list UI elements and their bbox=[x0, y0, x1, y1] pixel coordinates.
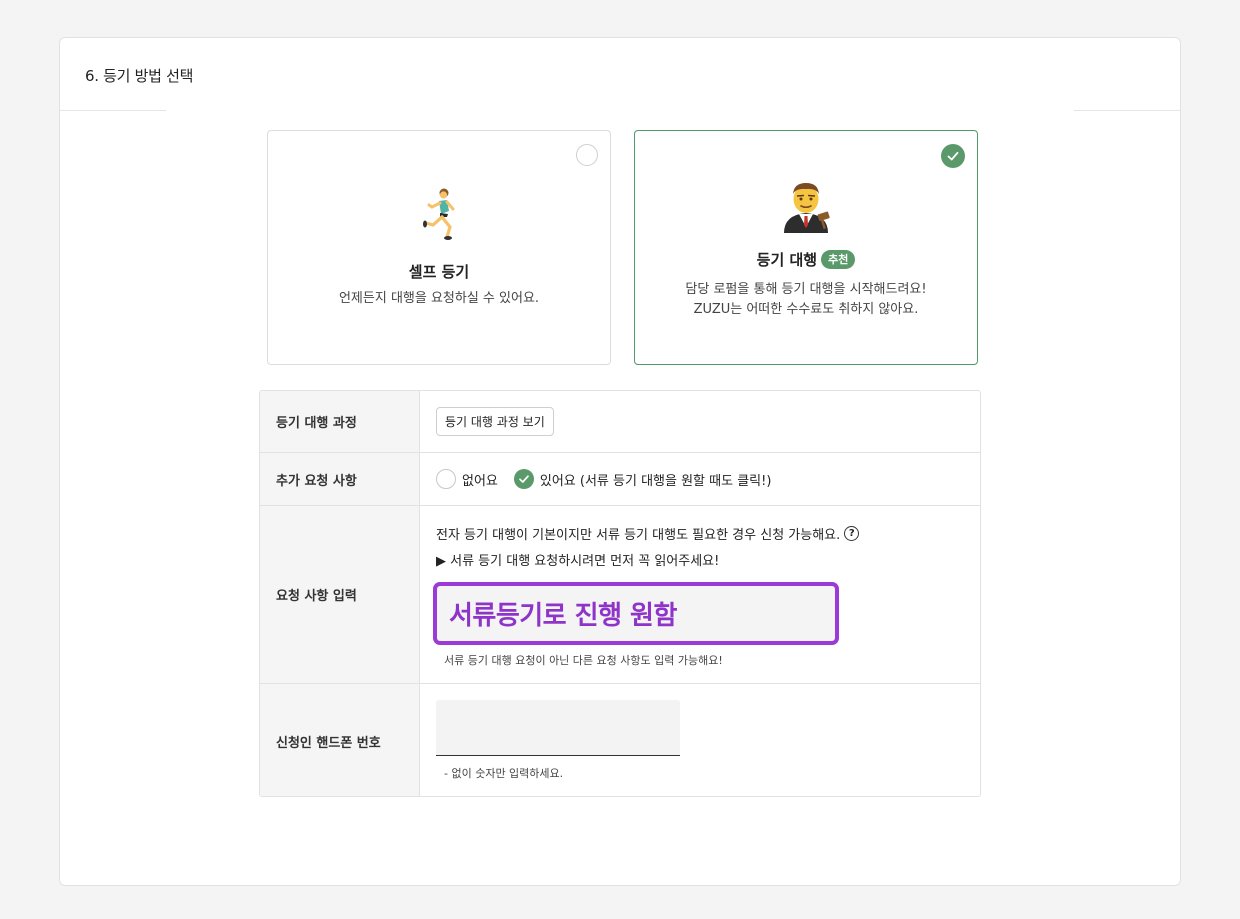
section-title: 6. 등기 방법 선택 bbox=[85, 67, 194, 85]
row-label: 신청인 핸드폰 번호 bbox=[260, 684, 420, 796]
phone-hint: - 없이 숫자만 입력하세요. bbox=[444, 767, 564, 780]
radio-option-no[interactable]: 없어요 bbox=[436, 469, 498, 489]
radio-unchecked-icon[interactable] bbox=[436, 469, 456, 489]
row-extra-request: 추가 요청 사항 없어요 있어요 (서류 등기 대행을 원할 때도 클릭!) bbox=[260, 453, 980, 506]
option-agency-registration[interactable]: 등기 대행 추천 담당 로펌을 통해 등기 대행을 시작해드려요! ZUZU는 … bbox=[634, 130, 978, 365]
row-label: 등기 대행 과정 bbox=[260, 391, 420, 452]
extra-request-radio-group: 없어요 있어요 (서류 등기 대행을 원할 때도 클릭!) bbox=[436, 469, 771, 489]
option-self-description: 언제든지 대행을 요청하실 수 있어요. bbox=[338, 291, 540, 306]
registration-method-panel: 6. 등기 방법 선택 셀프 등기 언제든지 대행을 요청하실 수 있어요. 등… bbox=[59, 37, 1181, 886]
option-self-registration[interactable]: 셀프 등기 언제든지 대행을 요청하실 수 있어요. bbox=[267, 130, 611, 365]
option-radio-unselected[interactable] bbox=[576, 144, 598, 166]
request-hint: 서류 등기 대행 요청이 아닌 다른 요청 사항도 입력 가능해요! bbox=[444, 654, 723, 667]
row-label: 요청 사항 입력 bbox=[260, 506, 420, 683]
row-request-input: 요청 사항 입력 전자 등기 대행이 기본이지만 서류 등기 대행도 필요한 경… bbox=[260, 506, 980, 684]
request-input[interactable]: 서류등기로 진행 원함 bbox=[433, 582, 839, 645]
row-phone-number: 신청인 핸드폰 번호 - 없이 숫자만 입력하세요. bbox=[260, 684, 980, 796]
request-notice: 전자 등기 대행이 기본이지만 서류 등기 대행도 필요한 경우 신청 가능해요… bbox=[436, 524, 860, 543]
option-agency-description: 담당 로펌을 통해 등기 대행을 시작해드려요! ZUZU는 어떠한 수수료도 … bbox=[685, 282, 927, 317]
option-self-title: 셀프 등기 bbox=[408, 263, 470, 281]
request-form-table: 등기 대행 과정 등기 대행 과정 보기 추가 요청 사항 없어요 있어요 (서… bbox=[259, 390, 981, 797]
check-icon[interactable] bbox=[941, 144, 965, 168]
row-agency-process: 등기 대행 과정 등기 대행 과정 보기 bbox=[260, 391, 980, 453]
request-guide-link[interactable]: ▶ 서류 등기 대행 요청하시려면 먼저 꼭 읽어주세요! bbox=[436, 550, 719, 569]
recommend-badge: 추천 bbox=[821, 250, 856, 269]
view-process-button[interactable]: 등기 대행 과정 보기 bbox=[436, 407, 554, 436]
radio-checked-icon[interactable] bbox=[513, 469, 534, 489]
radio-option-yes[interactable]: 있어요 (서류 등기 대행을 원할 때도 클릭!) bbox=[513, 469, 771, 489]
option-agency-title: 등기 대행 추천 bbox=[635, 249, 977, 270]
lawyer-icon bbox=[778, 179, 834, 237]
help-icon[interactable]: ? bbox=[844, 526, 860, 541]
runner-icon bbox=[417, 187, 461, 247]
row-label: 추가 요청 사항 bbox=[260, 453, 420, 505]
phone-input[interactable] bbox=[436, 700, 680, 756]
